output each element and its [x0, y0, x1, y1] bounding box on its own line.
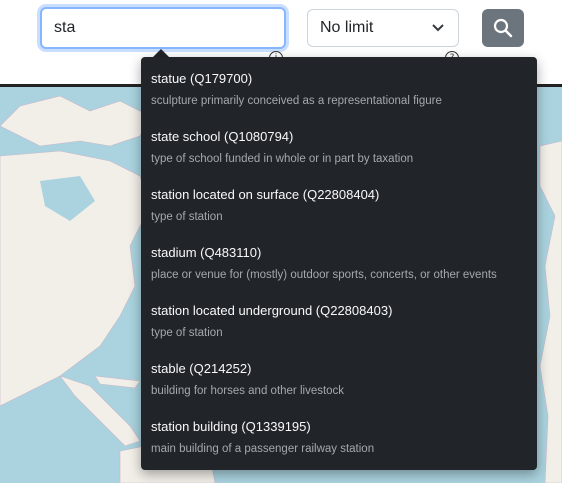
suggestion-label: station located on surface (Q22808404) [151, 187, 380, 202]
suggestion-description: main building of a passenger railway sta… [151, 443, 375, 455]
suggestion-description: place or venue for (mostly) outdoor spor… [151, 269, 497, 281]
suggestion-item[interactable]: stable (Q214252) building for horses and… [141, 358, 537, 416]
suggestion-label: statue (Q179700) [151, 71, 253, 86]
suggestion-label: state school (Q1080794) [151, 129, 294, 144]
suggestion-item[interactable]: statue (Q179700) sculpture primarily con… [141, 68, 537, 126]
search-button[interactable] [482, 9, 524, 47]
suggestion-item[interactable]: stadium (Q483110) place or venue for (mo… [141, 242, 537, 300]
suggestion-description: building for horses and other livestock [151, 385, 345, 397]
suggestion-label: station building (Q1339195) [151, 419, 311, 434]
chevron-down-icon [432, 24, 444, 32]
suggestion-item[interactable]: station located underground (Q22808403) … [141, 300, 537, 358]
suggestion-label: station located underground (Q22808403) [151, 303, 393, 318]
suggestion-description: type of school funded in whole or in par… [151, 153, 414, 165]
search-icon [493, 18, 513, 38]
suggestions-dropdown: statue (Q179700) sculpture primarily con… [141, 57, 537, 470]
suggestion-description: sculpture primarily conceived as a repre… [151, 95, 442, 107]
suggestion-label: stadium (Q483110) [151, 245, 262, 260]
suggestion-item[interactable]: state school (Q1080794) type of school f… [141, 126, 537, 184]
suggestion-description: type of station [151, 327, 223, 339]
suggestion-item[interactable]: station located on surface (Q22808404) t… [141, 184, 537, 242]
limit-select[interactable]: No limit [307, 9, 459, 47]
suggestion-description: type of station [151, 211, 223, 223]
suggestion-item[interactable]: station building (Q1339195) main buildin… [141, 416, 537, 474]
search-input[interactable] [40, 7, 286, 49]
limit-select-value: No limit [320, 19, 374, 36]
suggestion-label: stable (Q214252) [151, 361, 252, 376]
